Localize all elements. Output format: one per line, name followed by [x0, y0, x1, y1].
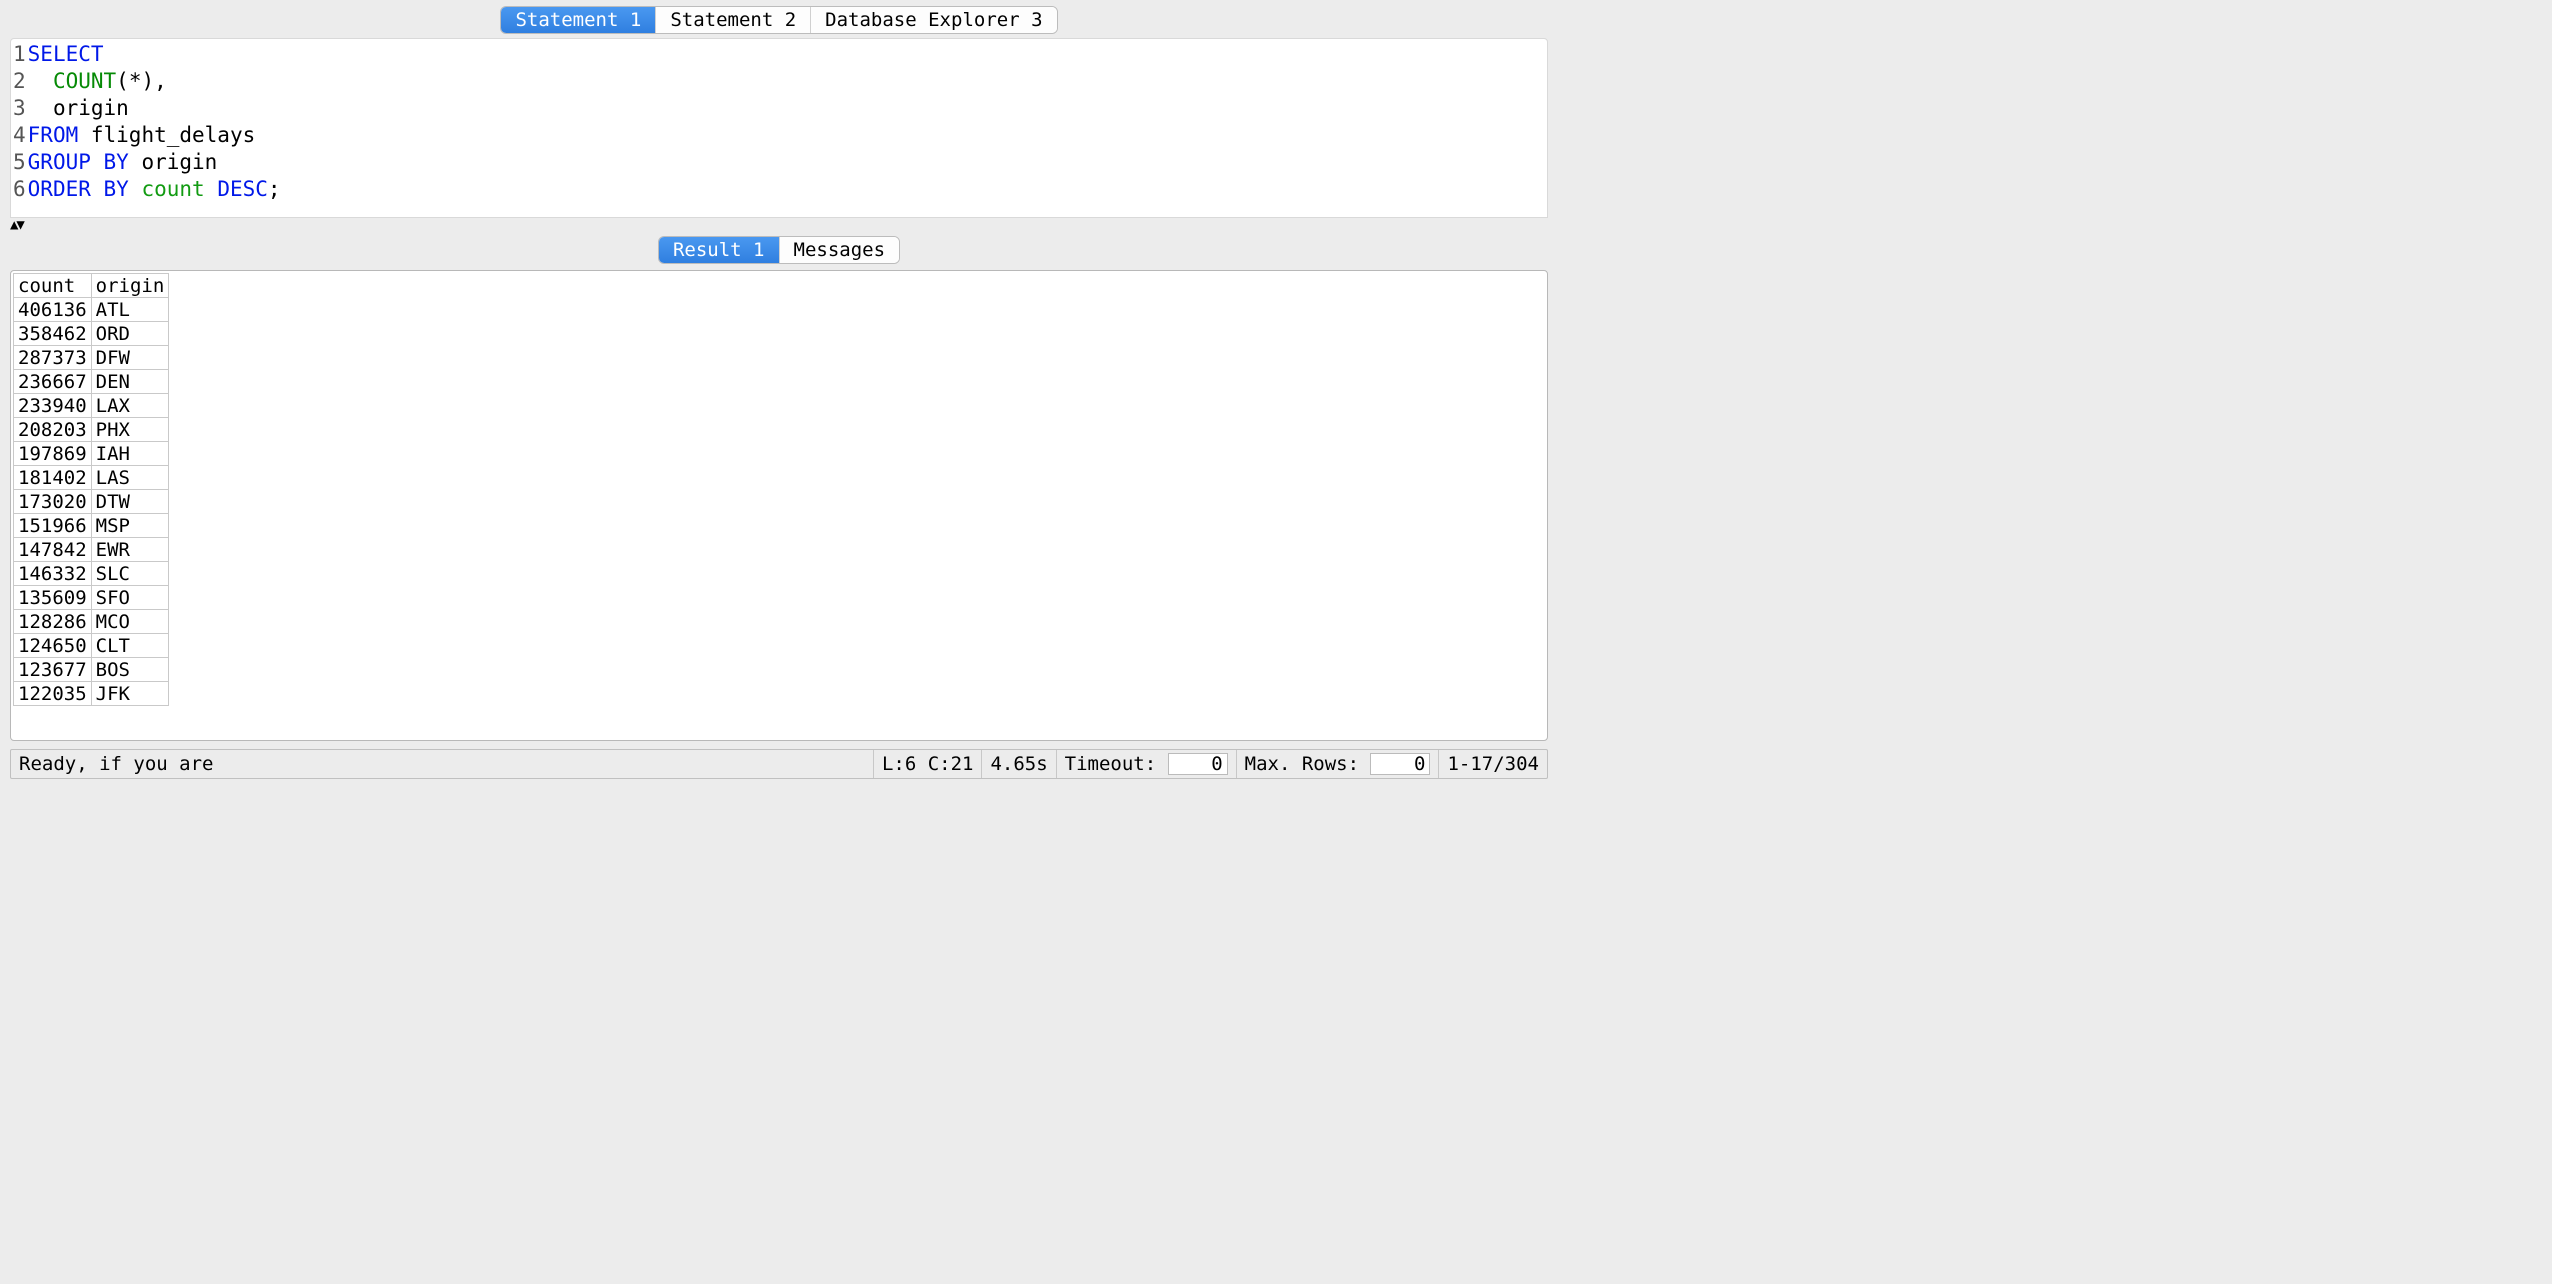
status-timeout-label: Timeout:	[1065, 753, 1157, 775]
table-row[interactable]: 135609SFO	[14, 586, 169, 610]
splitter-handle[interactable]: ▲▼	[0, 218, 1558, 232]
line-number: 5	[13, 149, 26, 176]
table-row[interactable]: 287373DFW	[14, 346, 169, 370]
table-cell[interactable]: 181402	[14, 466, 92, 490]
table-row[interactable]: 147842EWR	[14, 538, 169, 562]
table-row[interactable]: 122035JFK	[14, 682, 169, 706]
table-cell[interactable]: CLT	[91, 634, 169, 658]
table-cell[interactable]: JFK	[91, 682, 169, 706]
timeout-input[interactable]	[1168, 753, 1228, 775]
table-cell[interactable]: MSP	[91, 514, 169, 538]
table-row[interactable]: 233940LAX	[14, 394, 169, 418]
result-tab-strip: Result 1 Messages	[0, 232, 1558, 270]
results-panel: countorigin 406136ATL358462ORD287373DFW2…	[10, 270, 1548, 741]
splitter-arrows-icon: ▲▼	[10, 220, 23, 230]
line-number: 1	[13, 41, 26, 68]
table-cell[interactable]: DFW	[91, 346, 169, 370]
tab-statement-1[interactable]: Statement 1	[501, 7, 656, 33]
table-cell[interactable]: MCO	[91, 610, 169, 634]
tab-messages[interactable]: Messages	[780, 237, 900, 263]
line-number: 6	[13, 176, 26, 203]
status-row-range: 1-17/304	[1439, 750, 1547, 778]
table-cell[interactable]: IAH	[91, 442, 169, 466]
table-row[interactable]: 173020DTW	[14, 490, 169, 514]
table-cell[interactable]: 151966	[14, 514, 92, 538]
table-cell[interactable]: LAS	[91, 466, 169, 490]
results-table[interactable]: countorigin 406136ATL358462ORD287373DFW2…	[13, 273, 169, 706]
table-cell[interactable]: 146332	[14, 562, 92, 586]
table-cell[interactable]: 208203	[14, 418, 92, 442]
code-line[interactable]: GROUP BY origin	[28, 149, 281, 176]
tab-database-explorer-3[interactable]: Database Explorer 3	[811, 7, 1056, 33]
code-line[interactable]: SELECT	[28, 41, 281, 68]
table-cell[interactable]: BOS	[91, 658, 169, 682]
top-tab-strip: Statement 1 Statement 2 Database Explore…	[0, 0, 1558, 38]
result-tabbar: Result 1 Messages	[658, 236, 900, 264]
tab-statement-2[interactable]: Statement 2	[656, 7, 811, 33]
table-cell[interactable]: DTW	[91, 490, 169, 514]
table-cell[interactable]: 173020	[14, 490, 92, 514]
status-timeout: Timeout:	[1057, 750, 1237, 778]
table-cell[interactable]: SLC	[91, 562, 169, 586]
code-line[interactable]: COUNT(*),	[28, 68, 281, 95]
column-header[interactable]: count	[14, 274, 92, 298]
line-number: 4	[13, 122, 26, 149]
table-row[interactable]: 124650CLT	[14, 634, 169, 658]
sql-editor[interactable]: 123456 SELECT COUNT(*), originFROM fligh…	[10, 38, 1548, 218]
editor-code[interactable]: SELECT COUNT(*), originFROM flight_delay…	[28, 39, 281, 203]
code-line[interactable]: origin	[28, 95, 281, 122]
table-cell[interactable]: 406136	[14, 298, 92, 322]
line-number: 3	[13, 95, 26, 122]
app-root: Statement 1 Statement 2 Database Explore…	[0, 0, 1558, 785]
table-cell[interactable]: ORD	[91, 322, 169, 346]
top-tabbar: Statement 1 Statement 2 Database Explore…	[500, 6, 1057, 34]
editor-gutter: 123456	[11, 39, 28, 203]
table-cell[interactable]: SFO	[91, 586, 169, 610]
table-row[interactable]: 208203PHX	[14, 418, 169, 442]
table-cell[interactable]: ATL	[91, 298, 169, 322]
table-row[interactable]: 406136ATL	[14, 298, 169, 322]
table-cell[interactable]: 236667	[14, 370, 92, 394]
line-number: 2	[13, 68, 26, 95]
table-cell[interactable]: EWR	[91, 538, 169, 562]
table-cell[interactable]: 197869	[14, 442, 92, 466]
status-ready: Ready, if you are	[11, 750, 874, 778]
code-line[interactable]: ORDER BY count DESC;	[28, 176, 281, 203]
table-cell[interactable]: 122035	[14, 682, 92, 706]
table-cell[interactable]: 358462	[14, 322, 92, 346]
table-row[interactable]: 181402LAS	[14, 466, 169, 490]
table-cell[interactable]: DEN	[91, 370, 169, 394]
table-cell[interactable]: LAX	[91, 394, 169, 418]
status-maxrows: Max. Rows:	[1237, 750, 1440, 778]
tab-result-1[interactable]: Result 1	[659, 237, 780, 263]
table-row[interactable]: 358462ORD	[14, 322, 169, 346]
table-cell[interactable]: PHX	[91, 418, 169, 442]
code-line[interactable]: FROM flight_delays	[28, 122, 281, 149]
table-row[interactable]: 197869IAH	[14, 442, 169, 466]
status-elapsed-time: 4.65s	[982, 750, 1056, 778]
table-row[interactable]: 123677BOS	[14, 658, 169, 682]
status-maxrows-label: Max. Rows:	[1245, 753, 1359, 775]
table-cell[interactable]: 147842	[14, 538, 92, 562]
table-cell[interactable]: 123677	[14, 658, 92, 682]
table-cell[interactable]: 135609	[14, 586, 92, 610]
table-row[interactable]: 128286MCO	[14, 610, 169, 634]
table-cell[interactable]: 233940	[14, 394, 92, 418]
status-bar: Ready, if you are L:6 C:21 4.65s Timeout…	[10, 749, 1548, 779]
table-row[interactable]: 151966MSP	[14, 514, 169, 538]
table-cell[interactable]: 124650	[14, 634, 92, 658]
maxrows-input[interactable]	[1370, 753, 1430, 775]
table-row[interactable]: 146332SLC	[14, 562, 169, 586]
status-cursor-position: L:6 C:21	[874, 750, 983, 778]
table-cell[interactable]: 128286	[14, 610, 92, 634]
table-cell[interactable]: 287373	[14, 346, 92, 370]
column-header[interactable]: origin	[91, 274, 169, 298]
results-scroll[interactable]: countorigin 406136ATL358462ORD287373DFW2…	[13, 273, 1545, 738]
table-row[interactable]: 236667DEN	[14, 370, 169, 394]
